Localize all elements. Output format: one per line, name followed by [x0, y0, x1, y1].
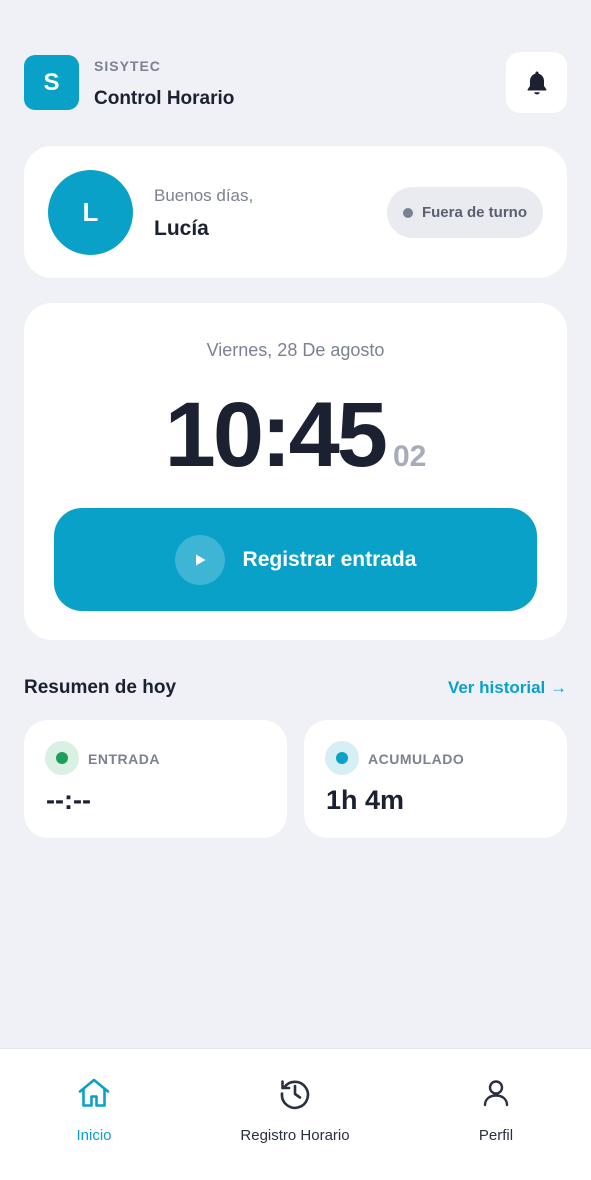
entry-stat-card: ENTRADA --:-- [24, 720, 287, 838]
bottom-navigation: Inicio Registro Horario Perfil [0, 1048, 591, 1180]
entry-label: ENTRADA [88, 751, 160, 767]
entry-value: --:-- [46, 785, 91, 815]
summary-title: Resumen de hoy [24, 677, 177, 698]
brand-name: SISYTEC [94, 58, 161, 74]
shift-status-badge: Fuera de turno [386, 187, 543, 238]
avatar: L [48, 170, 133, 255]
accumulated-dot-icon [325, 741, 359, 775]
app-header: S SISYTEC Control Horario [24, 52, 567, 114]
shift-status-label: Fuera de turno [421, 204, 527, 221]
greeting-salutation: Buenos días, [154, 186, 254, 205]
nav-item-registro-horario[interactable]: Registro Horario [195, 1073, 395, 1144]
accumulated-label: ACUMULADO [368, 751, 465, 767]
nav-item-inicio[interactable]: Inicio [0, 1073, 194, 1144]
nav-label-inicio: Inicio [76, 1127, 112, 1144]
user-icon [483, 1080, 509, 1107]
view-history-link[interactable]: Ver historial → [448, 678, 567, 698]
app-title: Control Horario [94, 88, 235, 109]
time-seconds: 02 [392, 440, 427, 473]
greeting-card: L Buenos días, Lucía Fuera de turno [24, 146, 567, 278]
user-name: Lucía [154, 217, 209, 240]
current-time: 10:45 02 [24, 383, 567, 488]
nav-label-registro-horario: Registro Horario [240, 1127, 350, 1144]
play-icon [174, 534, 225, 585]
nav-item-perfil[interactable]: Perfil [396, 1073, 591, 1144]
accumulated-value: 1h 4m [326, 785, 405, 815]
clock-card: Viernes, 28 De agosto 10:45 02 Registrar … [24, 303, 567, 640]
app-logo: S [24, 55, 79, 110]
register-entry-button[interactable]: Registrar entrada [54, 508, 537, 611]
entry-dot-icon [45, 741, 79, 775]
time-hours-minutes: 10:45 [164, 384, 388, 486]
accumulated-stat-card: ACUMULADO 1h 4m [304, 720, 567, 838]
notifications-button[interactable] [506, 52, 567, 113]
nav-label-perfil: Perfil [478, 1127, 514, 1144]
current-date: Viernes, 28 De agosto [206, 340, 385, 360]
register-entry-label: Registrar entrada [242, 547, 417, 571]
status-dot-icon [402, 207, 413, 218]
bell-icon [527, 71, 546, 94]
history-icon [280, 1080, 310, 1110]
home-icon [78, 1078, 110, 1107]
